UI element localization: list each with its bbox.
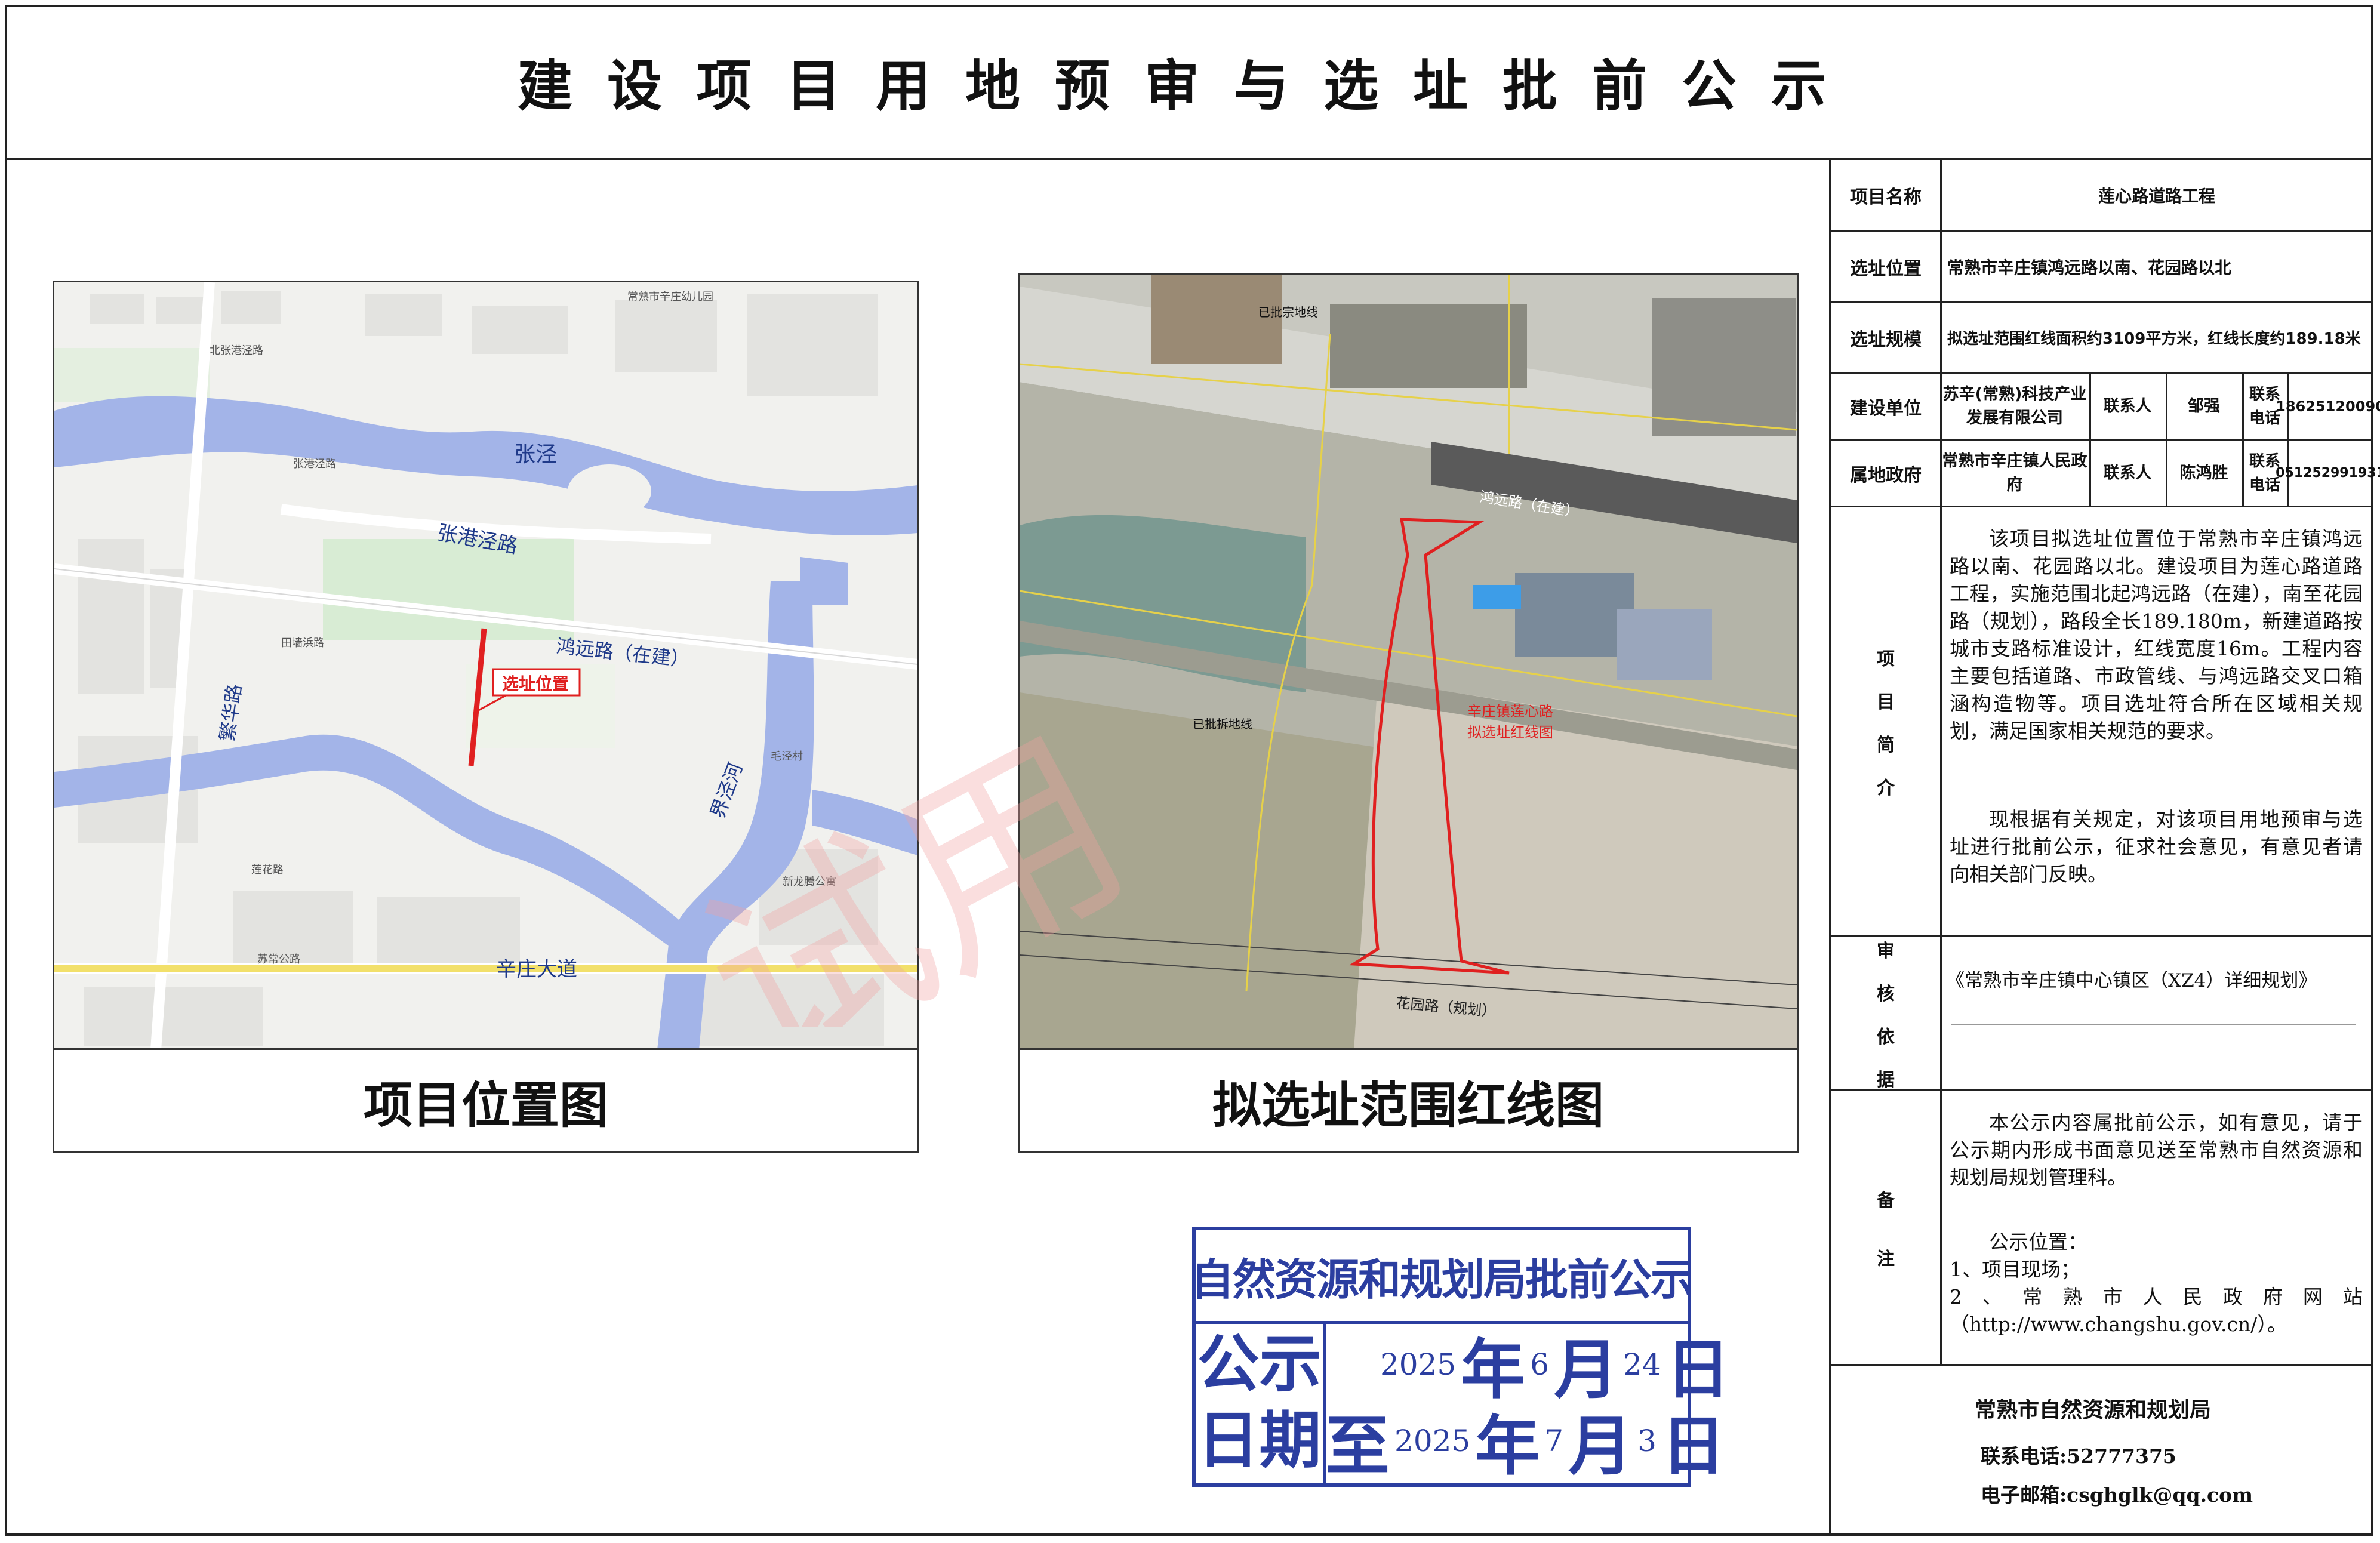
watermark: 试用 <box>667 694 1163 1027</box>
label-remark: 备注 <box>1831 1091 1942 1364</box>
intro-paragraph-1: 该项目拟选址位置位于常熟市辛庄镇鸿远路以南、花园路以北。建设项目为莲心路道路工程… <box>1950 527 2363 743</box>
value-builder: 苏辛(常熟)科技产业发展有限公司 <box>1940 374 2091 439</box>
label-builder: 建设单位 <box>1831 374 1942 439</box>
title-bar: 建设项目用地预审与选址批前公示 <box>5 5 2373 160</box>
row-intro: 项目 简介 该项目拟选址位置位于常熟市辛庄镇鸿远路以南、花园路以北。建设项目为莲… <box>1831 507 2373 937</box>
label-lianhua-road: 莲花路 <box>251 864 284 876</box>
value-gov-phone: 051252991931 <box>2276 465 2380 481</box>
value-project-name: 莲心路道路工程 <box>2098 186 2215 206</box>
stamp-start-date: 2025 年 6月 24 日 <box>1380 1332 1731 1408</box>
value-government: 常熟市辛庄镇人民政府 <box>1940 441 2091 506</box>
stamp-title: 常熟市自然资源和规划局批前公示专用章 <box>1196 1230 1688 1324</box>
label-small-road: 张港泾路 <box>293 458 336 470</box>
footer-phone: 联系电话:52777375 <box>1981 1445 2176 1468</box>
row-remark: 备注 本公示内容属批前公示，如有意见，请于公示期内形成书面意见送至常熟市自然资源… <box>1831 1091 2373 1366</box>
value-location: 常熟市辛庄镇鸿远路以南、花园路以北 <box>1947 257 2232 278</box>
label-location: 选址位置 <box>1831 232 1942 301</box>
value-builder-contact: 邹强 <box>2166 374 2244 439</box>
label-kindergarten: 常熟市辛庄幼儿园 <box>627 291 713 303</box>
value-builder-phone: 18625120090 <box>2276 398 2380 415</box>
row-project-name: 项目名称 莲心路道路工程 <box>1831 160 2373 232</box>
publicity-stamp: 常熟市自然资源和规划局批前公示专用章 公示 日期 2025年 6月 24日 至 … <box>1192 1227 1731 1487</box>
label-existing-line-2: 已批宗地线 <box>1258 305 1318 319</box>
value-scale: 拟选址范围红线面积约3109平方米，红线长度约189.18米 <box>1947 330 2361 348</box>
remark-position-1: 1、项目现场； <box>1950 1258 2080 1281</box>
site-marker-label: 选址位置 <box>502 674 569 694</box>
row-builder: 建设单位 苏辛(常熟)科技产业发展有限公司 联系人 邹强 联系电话 186251… <box>1831 374 2380 441</box>
location-map-caption: 项目位置图 <box>54 1048 917 1151</box>
label-north-road: 北张港泾路 <box>210 344 263 357</box>
label-xinzhuang-avenue: 辛庄大道 <box>496 957 577 981</box>
svg-text:试用: 试用 <box>667 694 1163 1027</box>
row-location: 选址位置 常熟市辛庄镇鸿远路以南、花园路以北 <box>1831 232 2373 303</box>
intro-paragraph-2: 现根据有关规定，对该项目用地预审与选址进行批前公示，征求社会意见，有意见者请向相… <box>1950 808 2363 886</box>
footer-contact: 常熟市自然资源和规划局 联系电话:52777375 电子邮箱:csghglk@q… <box>1831 1366 2373 1536</box>
label-government: 属地政府 <box>1831 441 1942 506</box>
stamp-end-date: 至 2025 年 7月 3日 <box>1325 1409 1726 1484</box>
label-intro: 项目 简介 <box>1831 507 1942 935</box>
basis-underline <box>1951 1024 2356 1025</box>
stamp-dates: 2025 年 6月 24 日 至 2025 年 7月 3日 <box>1325 1321 1731 1484</box>
label-suchang-road: 苏常公路 <box>257 953 300 966</box>
page-title: 建设项目用地预审与选址批前公示 <box>517 54 1861 118</box>
row-scale: 选址规模 拟选址范围红线面积约3109平方米，红线长度约189.18米 <box>1831 303 2373 374</box>
label-basis: 审核 依据 <box>1831 937 1942 1091</box>
stamp-label-line1: 公示 <box>1197 1327 1322 1400</box>
remark-paragraph-1: 本公示内容属批前公示，如有意见，请于公示期内形成书面意见送至常熟市自然资源和规划… <box>1950 1111 2363 1189</box>
value-gov-contact: 陈鸿胜 <box>2166 441 2244 506</box>
label-zhangjing: 张泾 <box>514 442 557 467</box>
label-tianqiang-road: 田墙浜路 <box>281 637 324 649</box>
row-basis: 审核 依据 《常熟市辛庄镇中心镇区（XZ4）详细规划》 <box>1831 937 2373 1091</box>
row-government: 属地政府 常熟市辛庄镇人民政府 联系人 陈鸿胜 联系电话 05125299193… <box>1831 441 2380 507</box>
remark-position-label: 公示位置： <box>1989 1230 2087 1254</box>
footer-org: 常熟市自然资源和规划局 <box>1975 1397 2212 1422</box>
stamp-label-line2: 日期 <box>1197 1403 1322 1477</box>
footer-email: 电子邮箱:csghglk@qq.com <box>1981 1483 2253 1507</box>
label-builder-contact: 联系人 <box>2089 374 2167 439</box>
redline-map-caption: 拟选址范围红线图 <box>1020 1048 1797 1151</box>
label-scale: 选址规模 <box>1831 303 1942 372</box>
remark-position-2: 2、常熟市人民政府网站（http://www.changshu.gov.cn/）… <box>1950 1285 2363 1336</box>
stamp-date-label: 公示 日期 <box>1196 1321 1326 1483</box>
label-gov-contact: 联系人 <box>2089 441 2167 506</box>
info-table: 项目名称 莲心路道路工程 选址位置 常熟市辛庄镇鸿远路以南、花园路以北 选址规模… <box>1829 160 2380 1536</box>
value-basis: 《常熟市辛庄镇中心镇区（XZ4）详细规划》 <box>1946 970 2317 991</box>
label-project-name: 项目名称 <box>1831 160 1942 230</box>
